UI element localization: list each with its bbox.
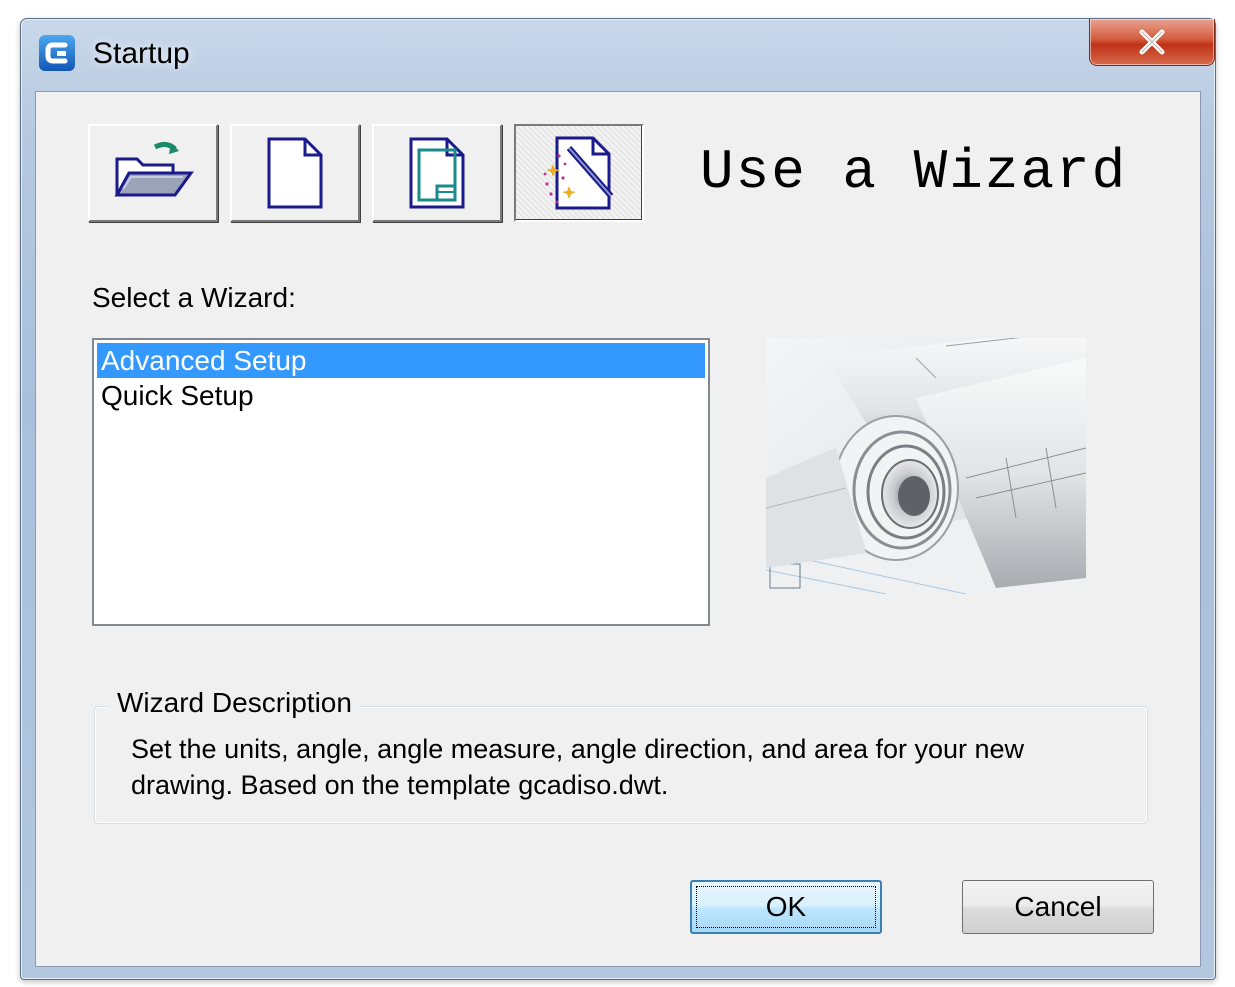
page-heading: Use a Wizard: [700, 140, 1128, 204]
close-icon: [1139, 29, 1165, 55]
title-bar[interactable]: Startup: [21, 19, 1215, 91]
focus-ring: [696, 886, 876, 928]
use-template-button[interactable]: [372, 124, 502, 222]
use-wizard-button[interactable]: [514, 124, 644, 222]
wizard-description-group: Wizard Description Set the units, angle,…: [94, 687, 1148, 824]
template-page-icon: [409, 137, 465, 209]
cancel-button[interactable]: Cancel: [962, 880, 1154, 934]
dialog-client-area: Use a Wizard Select a Wizard: Advanced S…: [35, 91, 1201, 967]
list-item-advanced-setup[interactable]: Advanced Setup: [97, 343, 705, 378]
open-drawing-button[interactable]: [88, 124, 218, 222]
wizard-description-title: Wizard Description: [109, 687, 360, 719]
list-item-quick-setup[interactable]: Quick Setup: [97, 378, 705, 413]
wizard-icon: [543, 136, 614, 210]
open-folder-icon: [114, 141, 194, 197]
startup-dialog: Startup Use a Wizard Select a Wizard: Ad…: [20, 18, 1216, 980]
rolled-blueprints-image: [766, 338, 1086, 594]
wizard-description-text: Set the units, angle, angle measure, ang…: [131, 734, 1025, 800]
ok-button[interactable]: OK: [690, 880, 882, 934]
select-wizard-label: Select a Wizard:: [92, 282, 296, 313]
window-title: Startup: [93, 37, 190, 70]
close-button[interactable]: [1089, 19, 1215, 66]
blank-page-icon: [267, 137, 323, 209]
app-logo-icon: [39, 35, 75, 71]
start-from-scratch-button[interactable]: [230, 124, 360, 222]
cancel-button-label: Cancel: [1014, 891, 1102, 922]
wizard-listbox[interactable]: Advanced Setup Quick Setup: [92, 338, 710, 626]
